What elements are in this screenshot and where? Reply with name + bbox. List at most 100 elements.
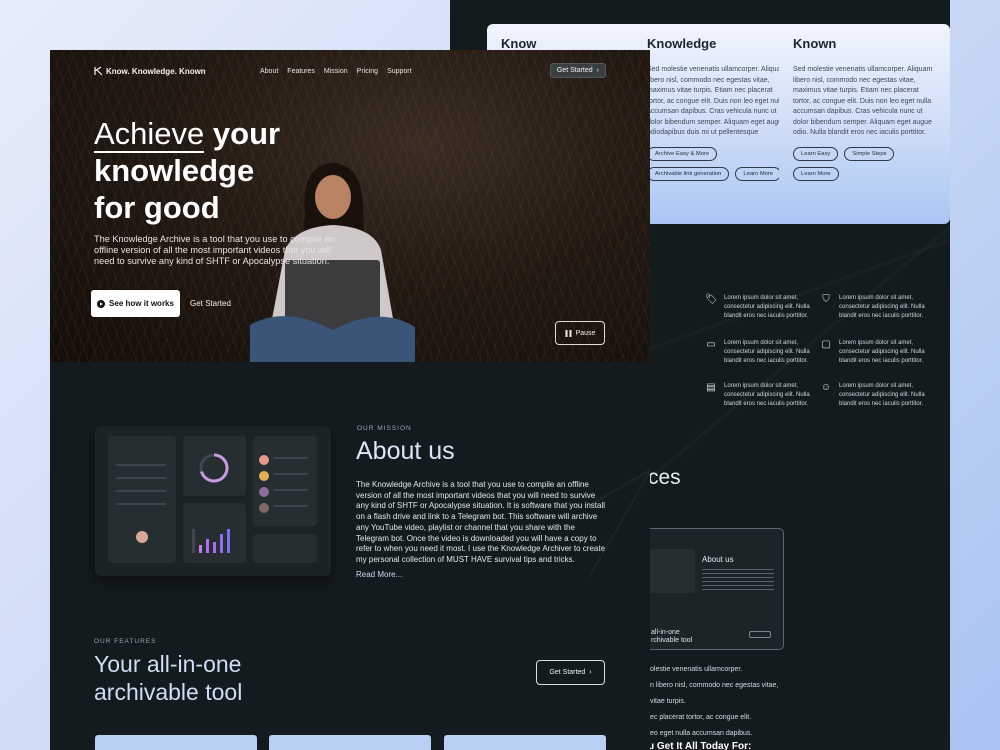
avatar [259,487,269,497]
feature-text: Lorem ipsum dolor sit amet, consectetur … [724,340,810,364]
feature-card [95,735,257,750]
features-get-started-button[interactable]: Get Started › [536,660,605,685]
read-more-link[interactable]: Read More... [356,570,402,579]
nav-mission[interactable]: Mission [324,68,348,75]
preview-button [749,631,771,638]
hero-section: Know. Knowledge. Known About Features Mi… [50,50,650,362]
dash-empty-panel [253,534,317,563]
shield-check-icon: ⛉ [822,294,830,305]
nav-get-started-button[interactable]: Get Started › [549,63,606,78]
feature-card [269,735,431,750]
hero-title: Achieve your knowledge for good [94,115,354,226]
feature-item: ▤ Lorem ipsum dolor sit amet, consectetu… [705,382,815,409]
donut-chart-icon [199,453,229,483]
preview-caption: all-in-one rchivable tool [651,629,693,644]
nav-features[interactable]: Features [287,68,315,75]
pill-learn-easy[interactable]: Learn Easy [793,146,839,161]
pause-video-button[interactable]: Pause [555,321,605,345]
dash-donut-panel [183,436,246,496]
k-logo-icon [94,66,103,76]
card-known: Known Sed molestie venenatis ullamcorper… [779,24,950,224]
card-title: Known [793,36,837,51]
hero-description: The Knowledge Archive is a tool that you… [94,234,335,266]
feature-item: ▢ Lorem ipsum dolor sit amet, consectetu… [820,339,930,366]
hero-title-light: Achieve [94,116,205,153]
button-label: Get Started [556,67,593,74]
site-logo[interactable]: Know. Knowledge. Known [94,66,206,76]
front-page: Know. Knowledge. Known About Features Mi… [50,50,650,750]
feature-item: 🏷 Lorem ipsum dolor sit amet, consectetu… [705,294,815,321]
pill-simple-steps[interactable]: Simple Steps [844,146,895,161]
dash-bars-panel [183,503,246,563]
feature-item: ⛉ Lorem ipsum dolor sit amet, consectetu… [820,294,930,321]
feature-text: Lorem ipsum dolor sit amet, consectetur … [839,295,925,319]
features-label: OUR FEATURES [94,638,157,645]
about-heading: About us [356,437,455,465]
card-text: Sed molestie venenatis ullamcorper. Aliq… [793,66,933,136]
dash-list-lines [116,464,166,516]
preview-title: About us [702,555,734,564]
avatar [259,455,269,465]
features-heading: Your all-in-one archivable tool [94,650,344,706]
card-title: Know [501,36,537,51]
dashboard-illustration [95,426,331,576]
nav-about[interactable]: About [260,68,278,75]
nav-support[interactable]: Support [387,68,412,75]
pill-archive-easy[interactable]: Archive Easy & More [647,146,718,161]
feature-item: ▭ Lorem ipsum dolor sit amet, consectetu… [705,339,815,366]
features-heading-line: archivable tool [94,679,243,705]
nav-links: About Features Mission Pricing Support [260,68,412,75]
avatar [136,531,148,543]
card-title: Knowledge [647,36,717,51]
card-text: Sed molestie venenatis ullamcorper. Aliq… [647,66,787,136]
hero-get-started-link[interactable]: Get Started [190,299,231,308]
top-navigation: Know. Knowledge. Known About Features Mi… [94,63,606,78]
hero-title-bold: your [204,116,281,151]
card-pills: Archive Easy & More Archivable link gene… [647,146,790,181]
see-how-it-works-button[interactable]: See how it works [91,290,180,317]
services-heading: ces [648,466,681,489]
feature-text: Lorem ipsum dolor sit amet, consectetur … [724,383,810,407]
line: n libero nisl, commodo nec egestas vitae… [650,682,779,689]
feature-text: Lorem ipsum dolor sit amet, consectetur … [724,295,810,319]
pause-icon [565,329,572,337]
pill-learn-more[interactable]: Learn More [735,166,782,181]
nav-pricing[interactable]: Pricing [357,68,378,75]
dash-list-panel [108,436,176,563]
chevron-right-icon: › [589,669,592,676]
line: ec placerat tortor, ac congue elit. [650,714,752,721]
chat-icon: ▢ [821,339,831,350]
preview-text-lines [702,569,774,591]
browser-icon: ▤ [706,382,716,393]
tag-icon: 🏷 [705,294,718,305]
line: vitae turpis. [650,698,686,705]
thumb-dashboard [647,549,695,593]
button-label: Pause [575,329,596,337]
card-pills: Learn Easy Simple Steps Learn More [793,146,936,181]
play-icon [97,299,106,308]
about-text: The Knowledge Archive is a tool that you… [356,480,606,564]
dash-users-panel [253,436,317,526]
mission-label: OUR MISSION [357,425,412,432]
line: eo eget nulla accumsan dapibus. [650,730,753,737]
user-icon: ☺ [820,382,832,393]
features-heading-line: Your all-in-one [94,651,242,677]
pill-link-generation[interactable]: Archivable link generation [647,166,730,181]
hero-title-bold: for good [94,190,220,225]
avatar [259,503,269,513]
about-preview-thumbnail[interactable]: About us all-in-one rchivable tool [636,528,784,650]
line: olestie venenatis ullamcorper. [650,666,743,673]
back-text-lines: olestie venenatis ullamcorper. n libero … [650,666,830,746]
feature-text: Lorem ipsum dolor sit amet, consectetur … [839,383,925,407]
feature-item: ☺ Lorem ipsum dolor sit amet, consectetu… [820,382,930,409]
hero-title-bold: knowledge [94,153,255,188]
bar-chart-icon [192,529,230,553]
logo-text: Know. Knowledge. Known [106,66,206,76]
button-label: See how it works [109,299,174,308]
feature-card [444,735,606,750]
pricing-cta-heading: u Get It All Today For: [648,741,752,750]
feature-text: Lorem ipsum dolor sit amet, consectetur … [839,340,925,364]
avatar [259,471,269,481]
pill-learn-more[interactable]: Learn More [793,166,839,181]
button-label: Get Started [549,669,586,676]
